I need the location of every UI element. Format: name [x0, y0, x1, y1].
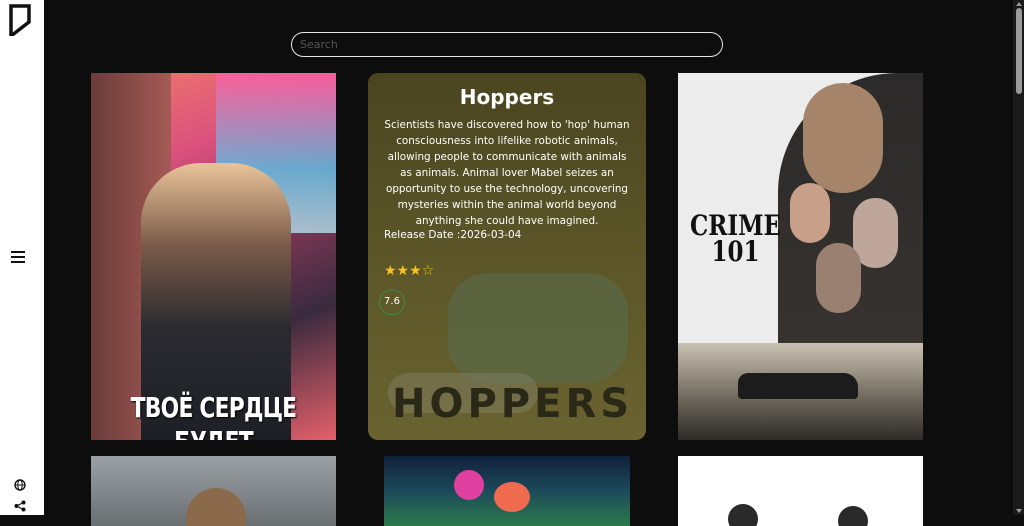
hamburger-menu-icon[interactable]: [10, 249, 26, 268]
scroll-up-icon[interactable]: [1016, 2, 1022, 6]
sidebar: [0, 0, 44, 515]
poster-art: [728, 504, 758, 526]
star-rating-icon: ★★★☆: [384, 263, 435, 279]
poster-art: [803, 83, 883, 193]
poster-art: [494, 482, 530, 512]
poster-title: БУДЕТ РАЗБИТО: [118, 425, 309, 440]
poster-art: [790, 183, 830, 243]
poster-title: ТВОЁ СЕРДЦЕ: [130, 391, 297, 424]
movie-card[interactable]: [384, 456, 630, 526]
logo-icon[interactable]: [9, 4, 31, 40]
movie-card-tvoe-serdtse[interactable]: ТВОЁ СЕРДЦЕ БУДЕТ РАЗБИТО: [91, 73, 336, 440]
rating-badge: 7.6: [379, 289, 405, 315]
movie-description: Scientists have discovered how to 'hop' …: [384, 119, 630, 227]
movie-card-hoppers[interactable]: HOPPERS Hoppers Scientists have discover…: [368, 73, 646, 440]
search-input[interactable]: [291, 32, 723, 57]
movie-card[interactable]: [678, 456, 923, 526]
share-icon[interactable]: [14, 497, 26, 516]
globe-icon[interactable]: [14, 476, 26, 495]
poster-art: [838, 506, 868, 526]
scroll-down-icon[interactable]: [1016, 509, 1022, 513]
movie-card-crime-101[interactable]: CRIME 101: [678, 73, 923, 440]
poster-art: [186, 488, 246, 526]
poster-art: [738, 373, 858, 399]
poster-title: CRIME 101: [690, 212, 781, 268]
movie-title: Hoppers: [459, 85, 555, 109]
poster-art: [454, 470, 484, 500]
poster-title-line: 101: [711, 235, 760, 268]
movie-card[interactable]: [91, 456, 336, 526]
poster-art: [448, 273, 628, 383]
poster-art: [816, 243, 861, 313]
scroll-thumb[interactable]: [1016, 8, 1022, 94]
release-date: Release Date :2026-03-04: [384, 229, 522, 241]
poster-title: HOPPERS: [392, 381, 634, 427]
scrollbar[interactable]: [1013, 0, 1024, 515]
